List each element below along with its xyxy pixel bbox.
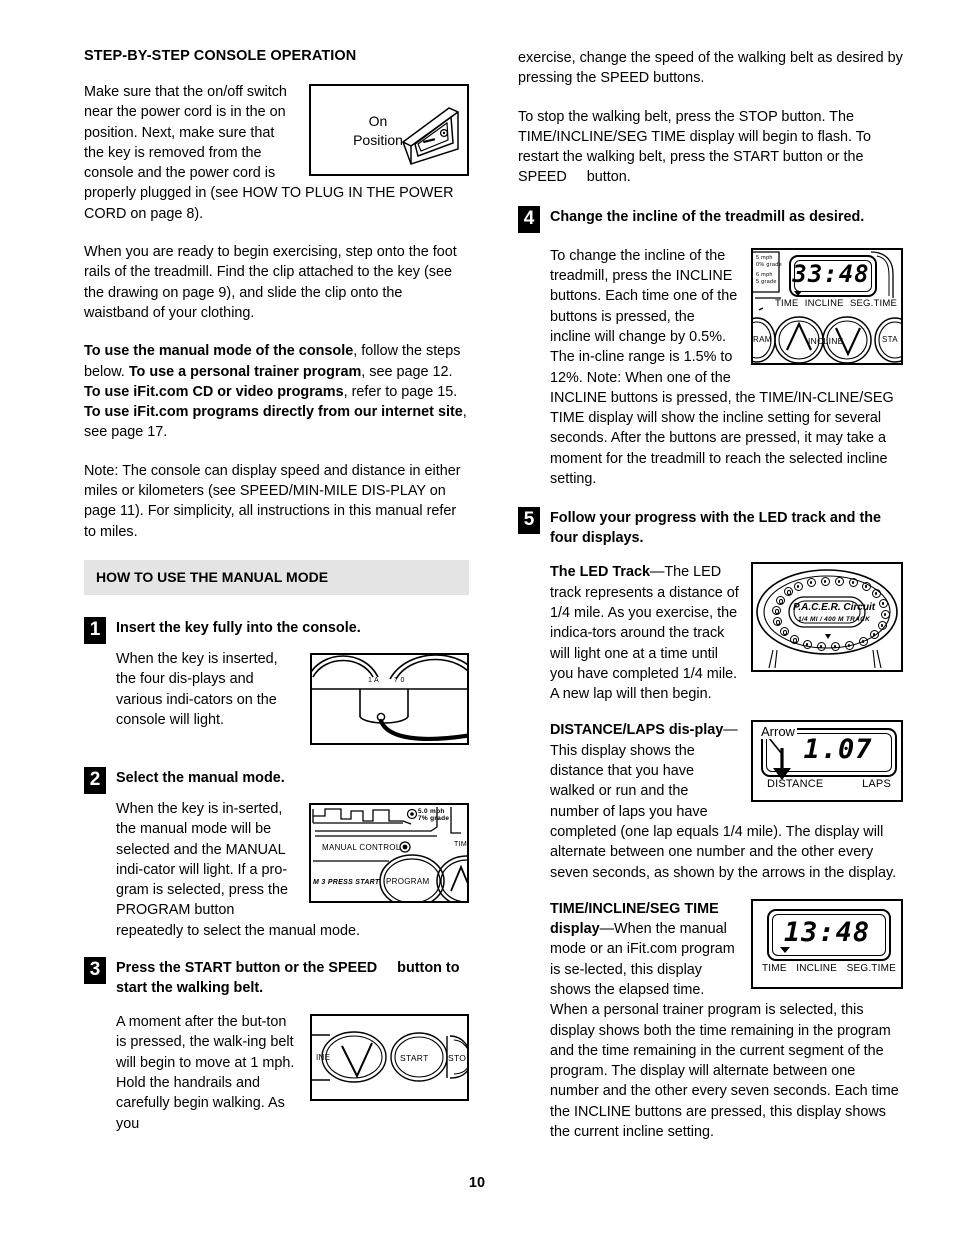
figure-time-incline-display: 13:48 TIME INCLINE SEG.TIME (751, 898, 903, 989)
step-3-heading: Press the START button or the SPEED butt… (116, 960, 464, 996)
step-2: 2 Select the manual mode. (84, 766, 469, 794)
caption-time: TIME (762, 962, 787, 974)
caption-distance: DISTANCE (767, 778, 824, 791)
step-1-heading: Insert the key fully into the console. (116, 619, 361, 636)
step-1: 1 Insert the key fully into the console. (84, 616, 469, 644)
incline-lcd-value: 33:48 (792, 259, 870, 288)
time-lcd-captions: TIME INCLINE SEG.TIME (762, 963, 896, 974)
mode-manual-bold: To use the manual mode of the console (84, 343, 354, 360)
arrow-callout-label: Arrow (759, 724, 797, 740)
caption-laps: LAPS (862, 778, 891, 791)
distance-lcd-value: 1.07 (803, 734, 873, 766)
paragraph-step-onto-rails: When you are ready to begin exercising, … (84, 244, 457, 321)
incline-lcd-captions: TIME INCLINE SEG.TIME (775, 298, 897, 309)
step-5: 5 Follow your progress with the LED trac… (518, 507, 903, 548)
manual-control-label: MANUAL CONTROL (322, 842, 401, 852)
caption-incline: INCLINE (796, 962, 838, 974)
incline-side-line1: 5 mph (756, 254, 773, 261)
step-3: 3 Press the START button or the SPEED bu… (84, 957, 469, 998)
step-4-number: 4 (518, 205, 540, 233)
figure-start-stop-buttons: INE START STO (310, 1014, 469, 1102)
distance-lcd-captions: DISTANCE LAPS (767, 778, 891, 790)
incline-button-label: INCLINE (808, 335, 844, 346)
rocker-switch-icon (402, 107, 459, 165)
caption-segtime: SEG.TIME (846, 962, 896, 974)
start-button-label: START (400, 1053, 429, 1064)
paragraph-modes: To use the manual mode of the console, f… (84, 341, 469, 442)
start-partial-label: STA (882, 334, 898, 344)
paragraph-speed-continued: exercise, change the speed of the walkin… (518, 50, 903, 87)
console-start-stop-icon (312, 1031, 467, 1083)
caption-incline: INCLINE (804, 297, 844, 309)
pacer-brand-label: P.A.C.E.R. Circuit (793, 602, 876, 614)
distance-laps-dash: — (723, 722, 738, 739)
press-start-label: M 3 PRESS START (313, 878, 380, 886)
incline-side-line3: 6 mph (756, 271, 773, 278)
page-title: STEP-BY-STEP CONSOLE OPERATION (84, 48, 357, 64)
mode-trainer-bold: To use a personal trainer program (128, 363, 362, 380)
step-3-number: 3 (84, 957, 106, 985)
figure-distance-laps-display: 1.07 Arrow DISTANCE LAPS (751, 720, 903, 803)
profile-caption-line1: 5.0 mph (418, 807, 445, 815)
right-column: exercise, change the speed of the walkin… (518, 48, 903, 1142)
time-incline-dash: — (599, 921, 614, 938)
incline-partial-label: INE (316, 1053, 331, 1063)
led-track-dash: — (649, 564, 665, 581)
mode-ifit-cd-text: , refer to page 15. (343, 383, 458, 400)
caption-time: TIME (775, 297, 799, 309)
program-partial-label: RAM (753, 334, 772, 344)
paragraph-stop-belt: To stop the walking belt, press the STOP… (518, 108, 875, 186)
led-track-text: The LED track represents a distance of 1… (550, 564, 739, 703)
mode-ifit-site-bold: To use iFit.com programs directly from o… (84, 404, 463, 421)
page-number: 10 (468, 1175, 486, 1191)
time-partial-label: TIM (454, 840, 467, 848)
heading-how-to-use-manual-mode: HOW TO USE THE MANUAL MODE (84, 559, 469, 595)
step-2-heading: Select the manual mode. (116, 769, 285, 786)
distance-laps-bold-label: DISTANCE/LAPS dis-play (550, 722, 724, 739)
led-track-bold-label: The LED Track (550, 564, 650, 581)
step-1-number: 1 (84, 616, 106, 644)
key-tick-right: 7 0 (394, 676, 405, 684)
figure-on-position-switch: On Position (309, 84, 469, 176)
mode-trainer-text: , see page 12. (361, 363, 453, 380)
incline-lcd-pointer (794, 290, 802, 296)
paragraph-units-note: Note: The console can display speed and … (84, 462, 461, 540)
step-2-number: 2 (84, 766, 106, 794)
figure-manual-control: 5.0 mph 7% grade MANUAL CONTROL PROGRAM … (309, 802, 469, 903)
figure-incline-panel: 33:48 TIME INCLINE SEG.TIME RAM INCLINE … (751, 247, 903, 365)
incline-side-line4: 5 grade (756, 278, 777, 285)
pacer-subtitle-label: 1/4 MI / 400 M TRACK (798, 616, 871, 624)
step-5-number: 5 (518, 507, 540, 535)
left-column: STEP-BY-STEP CONSOLE OPERATION On Positi… (84, 48, 469, 1134)
mode-ifit-cd-bold: To use iFit.com CD or video programs (84, 383, 344, 400)
figure-led-track: P.A.C.E.R. Circuit 1/4 MI / 400 M TRACK (751, 562, 903, 673)
caption-segtime: SEG.TIME (849, 297, 897, 309)
figure-key-console: 1 A 7 0 (310, 652, 469, 745)
step-4: 4 Change the incline of the treadmill as… (518, 205, 903, 233)
profile-caption-line2: 7% grade (418, 814, 450, 822)
stop-button-label: STO (448, 1053, 467, 1064)
console-key-slot-icon (312, 654, 467, 741)
step-5-heading: Follow your progress with the LED track … (550, 510, 882, 546)
program-button-label: PROGRAM (386, 876, 430, 886)
step-4-heading: Change the incline of the treadmill as d… (550, 208, 865, 225)
key-tick-left: 1 A (368, 676, 380, 684)
time-lcd-value: 13:48 (783, 916, 871, 948)
manual-page: STEP-BY-STEP CONSOLE OPERATION On Positi… (0, 0, 954, 1235)
incline-side-line2: 0% grade (756, 261, 782, 268)
